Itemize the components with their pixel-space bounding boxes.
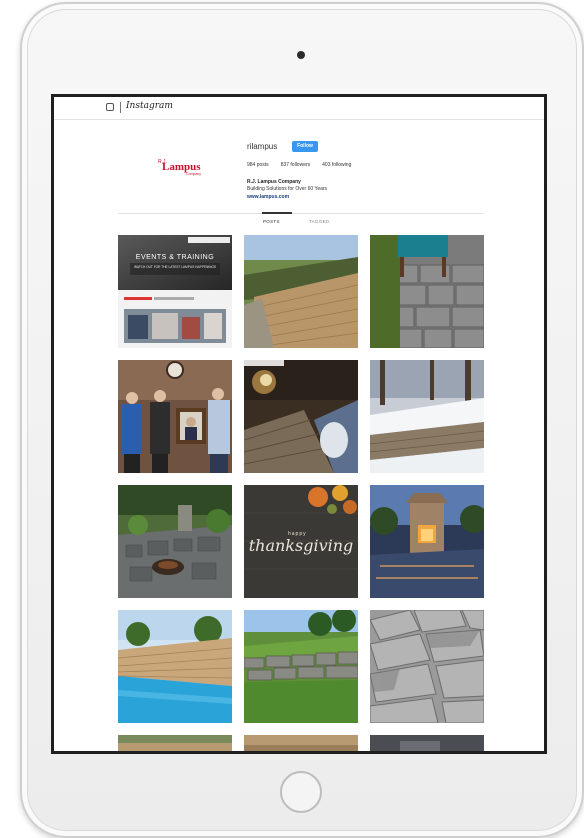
post-grey-pavers[interactable] xyxy=(370,610,484,723)
nav-divider xyxy=(120,102,121,113)
post-men-portrait[interactable] xyxy=(118,360,232,473)
profile-username: rilampus xyxy=(247,142,278,151)
post-partial-3[interactable] xyxy=(370,735,484,751)
tab-posts[interactable]: POSTS xyxy=(263,219,280,224)
post-partial-2[interactable] xyxy=(244,735,358,751)
lampus-logo: R.J. Lampus Company xyxy=(152,137,210,195)
post-partial-1[interactable] xyxy=(118,735,232,751)
thanksgiving-word: thanksgiving xyxy=(249,536,354,555)
profile-bio: Building Solutions for Over 60 Years xyxy=(247,186,328,192)
post-image xyxy=(370,360,484,473)
post-image xyxy=(244,235,358,348)
profile-stats: 984 posts 837 followers 403 following xyxy=(247,162,351,168)
post-retaining-wall[interactable] xyxy=(244,235,358,348)
post-image xyxy=(370,235,484,348)
post-image xyxy=(370,610,484,723)
instagram-nav-bar: Instagram xyxy=(54,97,544,120)
post-pavers-chair[interactable] xyxy=(370,235,484,348)
post-image xyxy=(370,485,484,598)
tabs-divider xyxy=(118,213,483,214)
tablet-device: Instagram R.J. Lampus Company rilampus F… xyxy=(20,2,584,838)
profile-website-link[interactable]: www.lampus.com xyxy=(247,194,289,200)
post-thanksgiving[interactable]: happy thanksgiving xyxy=(244,485,358,598)
post-snow-wall[interactable] xyxy=(370,360,484,473)
screen: Instagram R.J. Lampus Company rilampus F… xyxy=(51,94,547,754)
logo-suffix: Company xyxy=(186,172,201,176)
post-image: EVENTS & TRAINING WATCH OUT FOR THE LATE… xyxy=(118,235,232,348)
instagram-wordmark[interactable]: Instagram xyxy=(126,101,173,111)
post-boulder-wall[interactable] xyxy=(244,610,358,723)
posts-count[interactable]: 984 posts xyxy=(247,162,269,168)
follow-button[interactable]: Follow xyxy=(292,141,318,152)
profile-avatar[interactable]: R.J. Lampus Company xyxy=(152,137,210,195)
post-patio-garden[interactable] xyxy=(118,485,232,598)
post-events-training[interactable]: EVENTS & TRAINING WATCH OUT FOR THE LATE… xyxy=(118,235,232,348)
post-image xyxy=(244,735,358,751)
events-title: EVENTS & TRAINING xyxy=(136,254,214,261)
post-fire-pit-night[interactable] xyxy=(244,360,358,473)
following-count[interactable]: 403 following xyxy=(322,162,351,168)
post-outdoor-fireplace[interactable] xyxy=(370,485,484,598)
tab-tagged[interactable]: TAGGED xyxy=(309,219,329,224)
home-button[interactable] xyxy=(280,771,322,813)
profile-full-name: R.J. Lampus Company xyxy=(247,179,301,185)
post-image xyxy=(244,610,358,723)
instagram-camera-icon[interactable] xyxy=(106,103,114,111)
events-subtitle: WATCH OUT FOR THE LATEST LAMPUS HAPPENIN… xyxy=(134,265,216,269)
post-image xyxy=(118,485,232,598)
followers-count[interactable]: 837 followers xyxy=(281,162,310,168)
post-image xyxy=(118,610,232,723)
post-image xyxy=(370,735,484,751)
post-pool-wall[interactable] xyxy=(118,610,232,723)
front-camera xyxy=(297,51,305,59)
active-tab-indicator xyxy=(262,212,292,214)
post-image xyxy=(118,735,232,751)
post-image xyxy=(244,360,358,473)
post-image xyxy=(118,360,232,473)
post-image: happy thanksgiving xyxy=(244,485,358,598)
